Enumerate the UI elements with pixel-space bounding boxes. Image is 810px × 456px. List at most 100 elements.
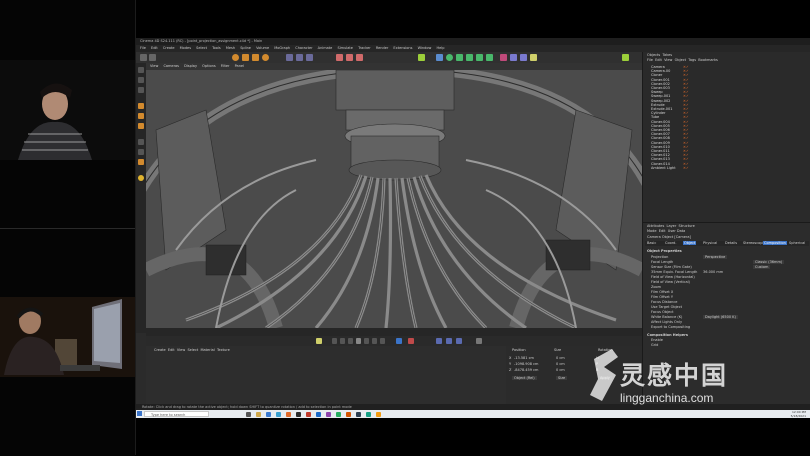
viewport-menu-options[interactable]: Options	[202, 64, 216, 68]
previous-key-icon[interactable]	[340, 338, 345, 344]
tab-takes[interactable]: Takes	[662, 53, 672, 57]
enable-checkbox-label[interactable]: Enable	[651, 338, 663, 342]
coord-y-position-field[interactable]: -1098.908 cm	[514, 362, 538, 366]
subtab-object[interactable]: Object	[683, 241, 697, 246]
task-view-icon[interactable]	[246, 411, 251, 417]
viewport-menu-filter[interactable]: Filter	[221, 64, 230, 68]
timeline-icon[interactable]	[476, 338, 482, 344]
make-editable-icon[interactable]	[138, 67, 144, 73]
go-to-end-icon[interactable]	[380, 338, 385, 344]
visibility-icon[interactable]: ✕✓	[683, 166, 689, 170]
enable-axis-icon[interactable]	[138, 139, 144, 145]
autokey-icon[interactable]	[408, 338, 414, 344]
taskbar-clock[interactable]: 12:00 PM 5/18/2021	[791, 410, 806, 418]
render-settings-icon[interactable]	[356, 54, 363, 61]
edge-icon[interactable]	[266, 411, 271, 417]
viewport-menu-view[interactable]: View	[150, 64, 158, 68]
app-icon[interactable]	[316, 411, 321, 417]
subtab-physical[interactable]: Physical	[703, 241, 717, 245]
viewport-menu-display[interactable]: Display	[184, 64, 197, 68]
snap-icon[interactable]	[138, 149, 144, 155]
app-icon[interactable]	[336, 411, 341, 417]
live-select-icon[interactable]	[232, 54, 239, 61]
key-scale-icon[interactable]	[456, 338, 462, 344]
objects-menu-view[interactable]: View	[664, 58, 672, 62]
white-balance-select[interactable]: Daylight (6500 K)	[703, 315, 738, 320]
workplane-icon[interactable]	[138, 159, 144, 165]
coord-size-mode-select[interactable]: Size	[556, 376, 568, 381]
layout-icon[interactable]	[622, 54, 629, 61]
edges-mode-icon[interactable]	[138, 113, 144, 119]
material-menu-edit[interactable]: Edit	[168, 348, 175, 352]
menu-volume[interactable]: Volume	[256, 46, 269, 50]
deformer-icon[interactable]	[500, 54, 507, 61]
menu-select[interactable]: Select	[196, 46, 207, 50]
axis-y-icon[interactable]	[296, 54, 303, 61]
points-mode-icon[interactable]	[138, 103, 144, 109]
app-icon[interactable]	[366, 411, 371, 417]
file-explorer-icon[interactable]	[256, 411, 261, 417]
material-menu-view[interactable]: View	[177, 348, 185, 352]
windows-start-icon[interactable]	[137, 411, 142, 416]
sensor-size-select[interactable]: Custom	[753, 265, 771, 270]
material-menu-create[interactable]: Create	[154, 348, 166, 352]
objects-menu-tags[interactable]: Tags	[688, 58, 696, 62]
app-icon[interactable]	[286, 411, 291, 417]
rotate-icon[interactable]	[262, 54, 269, 61]
texture-mode-icon[interactable]	[138, 87, 144, 93]
extrude-icon[interactable]	[466, 54, 473, 61]
app-icon[interactable]	[356, 411, 361, 417]
solo-icon[interactable]	[138, 175, 144, 181]
app-icon[interactable]	[326, 411, 331, 417]
menu-spline[interactable]: Spline	[240, 46, 251, 50]
next-key-icon[interactable]	[372, 338, 377, 344]
app-icon[interactable]	[346, 411, 351, 417]
list-item[interactable]: Ambient Light ✕✓	[647, 166, 689, 170]
scene-icon[interactable]	[510, 54, 517, 61]
menu-tools[interactable]: Tools	[212, 46, 221, 50]
3d-viewport[interactable]	[146, 70, 642, 328]
menu-tracker[interactable]: Tracker	[358, 46, 371, 50]
cinema4d-icon[interactable]	[296, 411, 301, 417]
go-to-start-icon[interactable]	[332, 338, 337, 344]
viewport-menu-cameras[interactable]: Cameras	[163, 64, 179, 68]
coord-z-position-field[interactable]: -8478.459 cm	[514, 368, 538, 372]
array-icon[interactable]	[456, 54, 463, 61]
axis-z-icon[interactable]	[306, 54, 313, 61]
objects-menu-file[interactable]: File	[647, 58, 653, 62]
menu-simulate[interactable]: Simulate	[337, 46, 352, 50]
taskbar-search-input[interactable]: Type here to search	[144, 411, 209, 417]
app-icon[interactable]	[306, 411, 311, 417]
menu-create[interactable]: Create	[163, 46, 175, 50]
camera-icon[interactable]	[520, 54, 527, 61]
menu-character[interactable]: Character	[295, 46, 312, 50]
subdivision-icon[interactable]	[446, 54, 453, 61]
key-position-icon[interactable]	[436, 338, 442, 344]
menu-modes[interactable]: Modes	[180, 46, 191, 50]
menu-extensions[interactable]: Extensions	[393, 46, 412, 50]
scale-icon[interactable]	[252, 54, 259, 61]
tab-layer[interactable]: Layer	[667, 224, 677, 228]
step-back-icon[interactable]	[348, 338, 353, 344]
play-icon[interactable]	[356, 338, 361, 344]
menu-mesh[interactable]: Mesh	[226, 46, 235, 50]
menu-window[interactable]: Window	[418, 46, 432, 50]
undo-icon[interactable]	[140, 54, 147, 61]
timeline-ruler[interactable]	[146, 328, 642, 342]
tab-objects[interactable]: Objects	[647, 53, 660, 57]
render-view-icon[interactable]	[336, 54, 343, 61]
redo-icon[interactable]	[149, 54, 156, 61]
coord-x-size-field[interactable]: 0 cm	[556, 356, 565, 360]
attributes-menu-mode[interactable]: Mode	[647, 229, 657, 233]
material-manager[interactable]: Create Edit View Select Material Texture	[146, 346, 506, 404]
record-key-icon[interactable]	[316, 338, 322, 344]
render-icon[interactable]	[346, 54, 353, 61]
objects-menu-bookmarks[interactable]: Bookmarks	[698, 58, 718, 62]
axis-x-icon[interactable]	[286, 54, 293, 61]
attributes-menu-edit[interactable]: Edit	[659, 229, 666, 233]
subtab-coord[interactable]: Coord.	[665, 241, 676, 245]
material-menu-texture[interactable]: Texture	[217, 348, 230, 352]
subtab-basic[interactable]: Basic	[647, 241, 656, 245]
step-forward-icon[interactable]	[364, 338, 369, 344]
subtab-spherical[interactable]: Spherical	[789, 241, 805, 245]
